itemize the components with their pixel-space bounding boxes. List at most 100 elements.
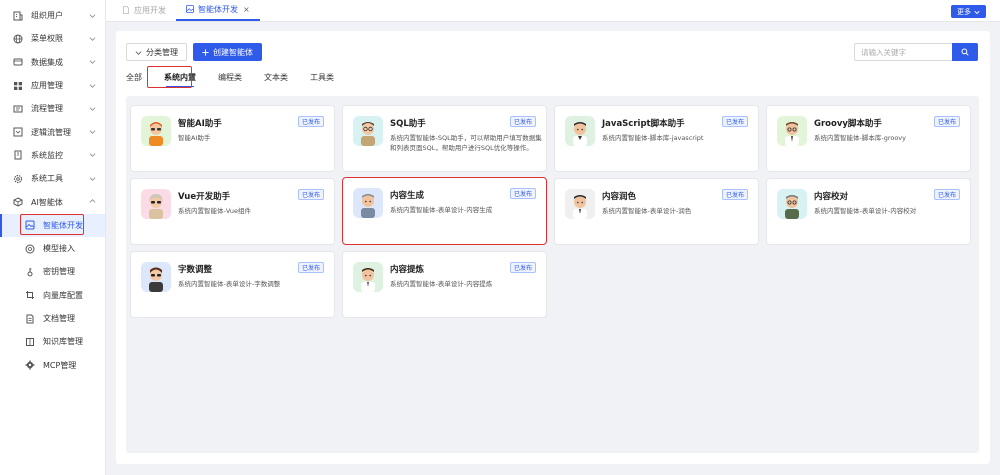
agent-card[interactable]: 内容提炼 系统内置智能体-表单设计-内容提炼 已发布 <box>342 251 547 318</box>
agent-card[interactable]: 字数调整 系统内置智能体-表单设计-字数调整 已发布 <box>130 251 335 318</box>
tab-system-builtin[interactable]: 系统内置 <box>164 69 206 87</box>
model-icon <box>24 243 36 255</box>
category-tabs: 全部 系统内置 编程类 文本类 工具类 <box>126 69 356 87</box>
avatar <box>565 189 595 219</box>
card-description: 系统内置智能体-Vue组件 <box>178 207 251 215</box>
card-title: 内容生成 <box>390 191 425 201</box>
status-badge: 已发布 <box>297 189 324 200</box>
search-icon <box>961 48 969 56</box>
status-badge: 已发布 <box>721 189 748 200</box>
agent-card-selected[interactable]: 内容生成 系统内置智能体-表单设计-内容生成 已发布 <box>342 177 547 245</box>
tab-agent-dev[interactable]: 智能体开发 × <box>176 0 260 21</box>
tab-text[interactable]: 文本类 <box>264 69 298 85</box>
avatar <box>777 116 807 146</box>
agent-card[interactable]: JavaScript脚本助手 系统内置智能体-脚本库-javascript 已发… <box>554 105 759 172</box>
sidebar-item-ai-agent[interactable]: AI智能体 <box>0 190 105 213</box>
building-icon <box>12 10 24 22</box>
chevron-down-icon <box>135 50 142 55</box>
card-title: Vue开发助手 <box>178 192 231 202</box>
card-title: 内容校对 <box>814 192 849 202</box>
card-title: 字数调整 <box>178 265 213 275</box>
status-badge: 已发布 <box>933 116 960 127</box>
sidebar-item-knowledge-base[interactable]: 知识库管理 <box>0 330 105 353</box>
create-agent-button[interactable]: 创建智能体 <box>193 43 262 61</box>
sidebar-item-label: 密钥管理 <box>43 267 75 277</box>
agent-card[interactable]: Groovy脚本助手 系统内置智能体-脚本库-groovy 已发布 <box>766 105 971 172</box>
agent-card[interactable]: Vue开发助手 系统内置智能体-Vue组件 已发布 <box>130 178 335 245</box>
globe-icon <box>12 33 24 45</box>
card-title: JavaScript脚本助手 <box>602 119 685 129</box>
sidebar-item-agent-dev[interactable]: 智能体开发 <box>0 213 105 237</box>
main-panel: 分类管理 创建智能体 全部 系统内置 编程类 文本类 工具类 智能AI助手 智能… <box>116 31 990 464</box>
card-description: 系统内置智能体-表单设计-润色 <box>602 207 692 215</box>
tab-app-dev[interactable]: 应用开发 <box>112 0 176 21</box>
sidebar-item-label: 数据集成 <box>31 57 63 67</box>
card-description: 系统内置智能体-表单设计-字数调整 <box>178 280 281 288</box>
avatar <box>141 116 171 146</box>
agent-card[interactable]: 内容润色 系统内置智能体-表单设计-润色 已发布 <box>554 178 759 245</box>
logic-icon <box>12 126 24 138</box>
tab-all[interactable]: 全部 <box>126 69 152 85</box>
sidebar-item-menu-permission[interactable]: 菜单权限 <box>0 27 105 50</box>
card-description: 智能AI助手 <box>178 134 211 142</box>
category-management-button[interactable]: 分类管理 <box>126 43 187 61</box>
tab-tools[interactable]: 工具类 <box>310 69 344 85</box>
sidebar-item-key-management[interactable]: 密钥管理 <box>0 260 105 283</box>
image-icon <box>186 5 194 13</box>
sidebar-item-label: 菜单权限 <box>31 34 63 44</box>
card-description: 系统内置智能体-脚本库-groovy <box>814 134 906 142</box>
sidebar-item-label: MCP管理 <box>43 360 77 370</box>
card-title: 智能AI助手 <box>178 119 222 129</box>
card-description: 系统内置智能体-表单设计-内容校对 <box>814 207 917 215</box>
chevron-down-icon <box>89 12 97 20</box>
card-title: Groovy脚本助手 <box>814 119 882 129</box>
sidebar-item-model-access[interactable]: 模型接入 <box>0 237 105 260</box>
sidebar-item-label: 知识库管理 <box>43 337 83 347</box>
sidebar-item-label: AI智能体 <box>31 197 63 207</box>
flow-icon <box>12 103 24 115</box>
sidebar-item-system-tools[interactable]: 系统工具 <box>0 167 105 190</box>
settings-icon <box>24 359 36 371</box>
gear-icon <box>12 173 24 185</box>
tab-programming[interactable]: 编程类 <box>218 69 252 85</box>
close-icon[interactable]: × <box>243 5 250 14</box>
status-badge: 已发布 <box>721 116 748 127</box>
sidebar-item-vector-config[interactable]: 向量库配置 <box>0 284 105 307</box>
more-label: 更多 <box>957 7 971 16</box>
chevron-down-icon <box>89 35 97 43</box>
search-input[interactable] <box>854 43 952 61</box>
avatar <box>565 116 595 146</box>
sidebar-item-label: 系统工具 <box>31 174 63 184</box>
card-description: 系统内置智能体-表单设计-内容提炼 <box>390 280 493 288</box>
chevron-down-icon <box>89 175 97 183</box>
agent-card[interactable]: SQL助手 系统内置智能体-SQL助手，可以帮助用户填写数据集和列表页面SQL，… <box>342 105 547 172</box>
sidebar-item-mcp-management[interactable]: MCP管理 <box>0 353 105 376</box>
sidebar-item-logic-flow[interactable]: 逻辑流管理 <box>0 120 105 143</box>
sidebar-item-document-management[interactable]: 文档管理 <box>0 307 105 330</box>
sidebar-item-org-users[interactable]: 组织用户 <box>0 4 105 27</box>
sidebar-item-app-management[interactable]: 应用管理 <box>0 74 105 97</box>
agent-card[interactable]: 内容校对 系统内置智能体-表单设计-内容校对 已发布 <box>766 178 971 245</box>
sidebar-item-process-management[interactable]: 流程管理 <box>0 97 105 120</box>
chevron-down-icon <box>89 82 97 90</box>
chevron-down-icon <box>89 105 97 113</box>
document-icon <box>24 313 36 325</box>
more-button[interactable]: 更多 <box>951 5 986 18</box>
sidebar-item-system-monitor[interactable]: 系统监控 <box>0 144 105 167</box>
chevron-up-icon <box>89 198 97 206</box>
search-box <box>854 43 978 61</box>
card-description: 系统内置智能体-脚本库-javascript <box>602 134 704 142</box>
sidebar-item-data-integration[interactable]: 数据集成 <box>0 51 105 74</box>
sidebar-item-label: 应用管理 <box>31 81 63 91</box>
top-tab-bar: 应用开发 智能体开发 × 更多 <box>106 0 1000 22</box>
search-button[interactable] <box>952 43 978 61</box>
chevron-down-icon <box>89 128 97 136</box>
card-title: 内容润色 <box>602 192 637 202</box>
status-badge: 已发布 <box>509 116 536 127</box>
create-agent-label: 创建智能体 <box>213 47 253 57</box>
document-icon <box>123 6 129 14</box>
agent-card[interactable]: 智能AI助手 智能AI助手 已发布 <box>130 105 335 172</box>
sidebar-item-label: 智能体开发 <box>43 220 83 230</box>
sidebar-item-label: 模型接入 <box>43 244 75 254</box>
chevron-down-icon <box>974 10 980 14</box>
